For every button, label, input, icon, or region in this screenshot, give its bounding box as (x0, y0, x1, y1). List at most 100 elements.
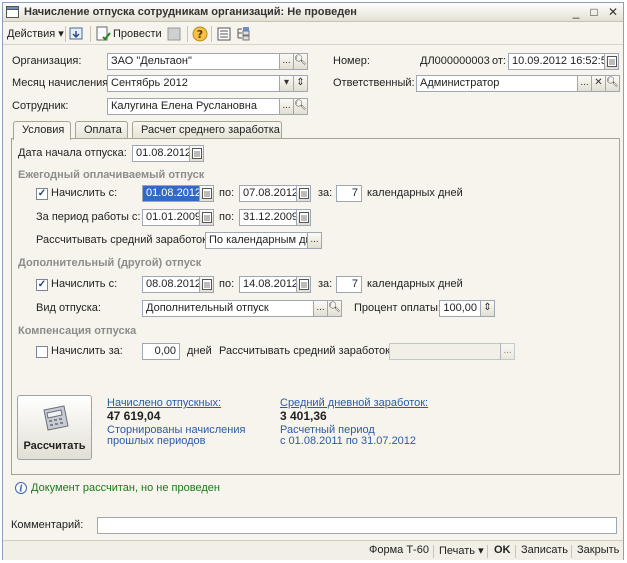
post-button[interactable]: Провести (113, 26, 162, 42)
toolbar-separator (90, 26, 91, 42)
organization-select-button[interactable]: ... (279, 53, 294, 70)
work-period-to-calendar-icon[interactable] (296, 209, 311, 226)
close-icon[interactable]: ✕ (606, 5, 620, 19)
annual-from-field[interactable]: 01.08.2012 (142, 185, 200, 202)
annual-from-calendar-icon[interactable] (199, 185, 214, 202)
number-label: Номер: (333, 55, 370, 67)
toolbar: Действия ▾ Провести ? (3, 23, 623, 45)
reversed-line2[interactable]: прошлых периодов (107, 435, 206, 447)
ok-button[interactable]: OK (494, 544, 511, 556)
compensation-days-field[interactable]: 0,00 (142, 343, 180, 360)
tab-conditions[interactable]: Условия (13, 121, 71, 140)
annual-to-calendar-icon[interactable] (296, 185, 311, 202)
form-t60-button[interactable]: Форма Т-60 (369, 544, 429, 556)
work-period-from-field[interactable]: 01.01.2009 (142, 209, 200, 226)
structure-icon[interactable] (166, 26, 182, 42)
document-icon (6, 6, 19, 18)
status-text: Документ рассчитан, но не проведен (31, 482, 220, 494)
calc-period-line2[interactable]: с 01.08.2011 по 31.07.2012 (280, 435, 416, 447)
responsible-select-button[interactable]: ... (577, 75, 592, 92)
document-date-calendar-icon[interactable] (604, 53, 619, 70)
extra-days-label: календарных дней (367, 278, 463, 290)
extra-to-calendar-icon[interactable] (296, 276, 311, 293)
hierarchy-icon[interactable] (235, 26, 251, 42)
organization-field[interactable]: ЗАО "Дельтаон" (107, 53, 280, 70)
organization-search-icon[interactable]: 🔍︎ (293, 53, 308, 70)
annual-avg-earnings-select-button[interactable]: ... (307, 232, 322, 249)
responsible-search-icon[interactable]: 🔍︎ (605, 75, 620, 92)
compensation-avg-earnings-label: Рассчитывать средний заработок: (219, 345, 394, 357)
annual-accrue-checkbox[interactable]: ✓ (36, 188, 48, 200)
annual-to-field[interactable]: 07.08.2012 (239, 185, 297, 202)
calculator-icon (43, 405, 69, 431)
navigate-down-icon[interactable] (69, 26, 85, 42)
work-period-from-calendar-icon[interactable] (199, 209, 214, 226)
maximize-icon[interactable]: □ (587, 5, 601, 19)
actions-menu[interactable]: Действия ▾ (7, 26, 64, 42)
responsible-clear-icon[interactable]: ✕ (591, 75, 606, 92)
extra-from-calendar-icon[interactable] (199, 276, 214, 293)
number-field: ДЛ000000003 (416, 53, 491, 70)
accrued-label[interactable]: Начислено отпускных: (107, 397, 221, 409)
annual-days-label: календарных дней (367, 187, 463, 199)
bottom-separator (433, 545, 434, 558)
vacation-start-field[interactable]: 01.08.2012 (132, 145, 190, 162)
vacation-start-label: Дата начала отпуска: (18, 147, 127, 159)
extra-to-label: по: (219, 278, 235, 290)
month-dropdown-icon[interactable]: ▾ (279, 75, 294, 92)
svg-text:?: ? (197, 28, 203, 41)
month-field[interactable]: Сентябрь 2012 (107, 75, 280, 92)
employee-select-button[interactable]: ... (279, 98, 294, 115)
comment-field[interactable] (97, 517, 617, 534)
compensation-accrue-label: Начислить за: (51, 345, 123, 357)
extra-days-field[interactable]: 7 (336, 276, 362, 293)
accrued-value: 47 619,04 (107, 409, 161, 423)
toolbar-separator (211, 26, 212, 42)
compensation-avg-earnings-select-button: ... (500, 343, 515, 360)
close-button[interactable]: Закрыть (577, 544, 619, 556)
list-icon[interactable] (216, 26, 232, 42)
annual-avg-earnings-label: Рассчитывать средний заработок: (36, 234, 211, 246)
compensation-avg-earnings-field (389, 343, 501, 360)
svg-text:i: i (19, 485, 23, 495)
compensation-accrue-checkbox[interactable] (36, 346, 48, 358)
month-label: Месяц начисления: (12, 77, 112, 89)
payment-percent-field[interactable]: 100,00 (439, 300, 481, 317)
tab-average-earnings[interactable]: Расчет среднего заработка (132, 121, 282, 139)
extra-accrue-checkbox[interactable]: ✓ (36, 279, 48, 291)
extra-accrue-label: Начислить с: (51, 278, 118, 290)
vacation-kind-select-button[interactable]: ... (313, 300, 328, 317)
extra-to-field[interactable]: 14.08.2012 (239, 276, 297, 293)
calculate-button[interactable]: Рассчитать (17, 395, 92, 460)
month-stepper[interactable]: ⇕ (293, 75, 308, 92)
responsible-field[interactable]: Администратор (416, 75, 578, 92)
minimize-icon[interactable]: _ (569, 5, 583, 19)
employee-search-icon[interactable]: 🔍︎ (293, 98, 308, 115)
tab-payment[interactable]: Оплата (75, 121, 128, 139)
annual-for-label: за: (318, 187, 333, 199)
bottom-separator (571, 545, 572, 558)
annual-to-label: по: (219, 187, 235, 199)
annual-days-field[interactable]: 7 (336, 185, 362, 202)
payment-percent-stepper[interactable]: ⇕ (480, 300, 495, 317)
avg-daily-label[interactable]: Средний дневной заработок: (280, 397, 428, 409)
vacation-kind-field[interactable]: Дополнительный отпуск (142, 300, 314, 317)
compensation-days-label: дней (187, 345, 212, 357)
vacation-start-calendar-icon[interactable] (189, 145, 204, 162)
post-icon[interactable] (95, 26, 111, 42)
help-icon[interactable]: ? (192, 26, 208, 42)
save-button[interactable]: Записать (521, 544, 568, 556)
compensation-section-title: Компенсация отпуска (18, 325, 137, 337)
extra-from-field[interactable]: 08.08.2012 (142, 276, 200, 293)
bottom-separator (487, 545, 488, 558)
employee-field[interactable]: Калугина Елена Руслановна (107, 98, 280, 115)
document-date-field[interactable]: 10.09.2012 16:52:55 (508, 53, 605, 70)
annual-avg-earnings-field[interactable]: По календарным дня (205, 232, 308, 249)
extra-section-title: Дополнительный (другой) отпуск (18, 257, 202, 269)
bottom-separator (515, 545, 516, 558)
vacation-kind-search-icon[interactable]: 🔍︎ (327, 300, 342, 317)
title-bar: Начисление отпуска сотрудникам организац… (3, 3, 623, 22)
work-period-to-field[interactable]: 31.12.2009 (239, 209, 297, 226)
payment-percent-label: Процент оплаты: (354, 302, 441, 314)
print-menu-button[interactable]: Печать ▾ (439, 544, 484, 557)
